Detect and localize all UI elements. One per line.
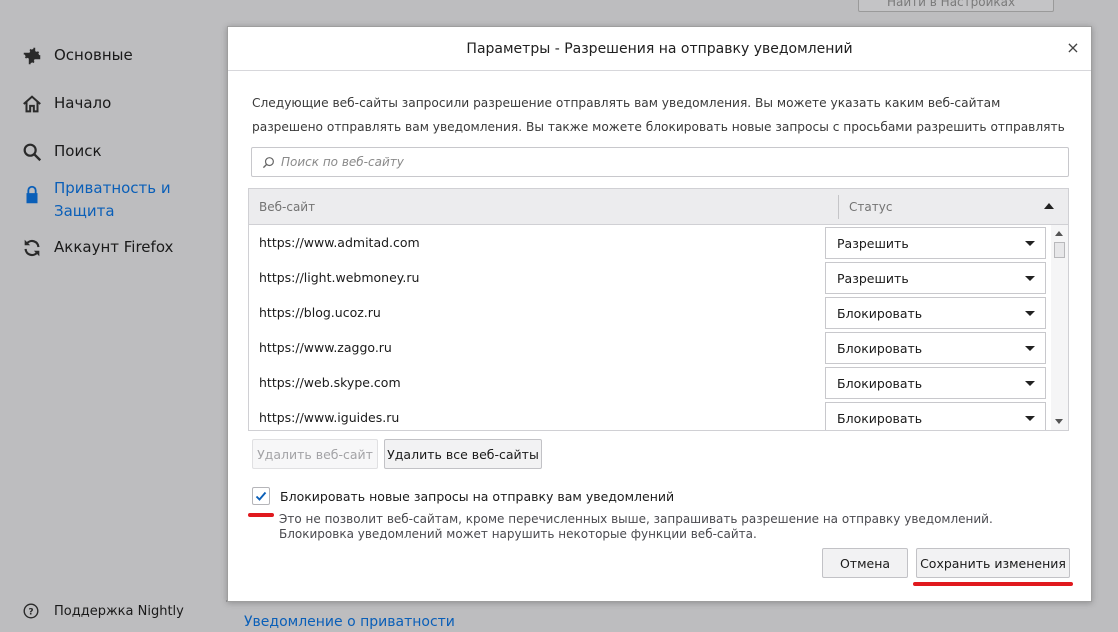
dropdown-arrow-icon <box>1025 346 1035 351</box>
status-dropdown[interactable]: Блокировать <box>825 332 1046 364</box>
search-icon <box>262 155 276 169</box>
highlight-underline <box>913 582 1073 586</box>
highlight-underline <box>248 513 274 517</box>
block-new-requests-checkbox[interactable] <box>252 487 270 505</box>
notification-permissions-dialog: Параметры - Разрешения на отправку уведо… <box>227 26 1092 602</box>
gear-icon <box>20 44 44 68</box>
website-search-input[interactable] <box>281 155 1041 169</box>
sidebar-item-home[interactable]: Начало <box>20 92 194 116</box>
website-url: https://blog.ucoz.ru <box>259 305 381 320</box>
sidebar-item-privacy[interactable]: Приватность и Защита <box>20 177 194 223</box>
status-dropdown[interactable]: Блокировать <box>825 297 1046 329</box>
dropdown-arrow-icon <box>1025 381 1035 386</box>
sidebar-item-label: Начало <box>54 94 112 112</box>
status-value: Блокировать <box>837 411 923 426</box>
status-value: Разрешить <box>837 271 909 286</box>
dialog-title: Параметры - Разрешения на отправку уведо… <box>466 40 853 57</box>
column-divider <box>838 195 839 219</box>
website-search-field[interactable] <box>251 147 1069 177</box>
block-new-requests-description: Это не позволит веб-сайтам, кроме перечи… <box>279 512 993 541</box>
status-dropdown[interactable]: Разрешить <box>825 262 1046 294</box>
website-url: https://light.webmoney.ru <box>259 270 420 285</box>
dialog-header: Параметры - Разрешения на отправку уведо… <box>228 27 1091 71</box>
column-header-status[interactable]: Статус <box>849 200 892 214</box>
save-changes-button[interactable]: Сохранить изменения <box>916 548 1070 578</box>
settings-search-input[interactable]: Найти в Настройках <box>858 0 1054 12</box>
sidebar-item-search[interactable]: Поиск <box>20 140 194 164</box>
status-dropdown[interactable]: Блокировать <box>825 367 1046 399</box>
table-row[interactable]: https://light.webmoney.ru Разрешить <box>249 260 1047 295</box>
sidebar-item-label: Поиск <box>54 142 102 160</box>
table-scrollbar[interactable] <box>1051 225 1068 430</box>
website-url: https://www.zaggo.ru <box>259 340 392 355</box>
sync-icon <box>20 236 44 260</box>
cancel-button[interactable]: Отмена <box>822 548 908 578</box>
scrollbar-thumb[interactable] <box>1054 242 1065 258</box>
status-value: Блокировать <box>837 376 923 391</box>
support-label: Поддержка Nightly <box>54 603 184 619</box>
status-value: Разрешить <box>837 236 909 251</box>
dropdown-arrow-icon <box>1025 241 1035 246</box>
table-row[interactable]: https://www.iguides.ru Блокировать <box>249 400 1047 430</box>
remove-website-button[interactable]: Удалить веб-сайт <box>252 439 378 469</box>
status-dropdown[interactable]: Разрешить <box>825 227 1046 259</box>
table-body: https://www.admitad.com Разрешить https:… <box>249 225 1068 430</box>
sidebar-item-label: Основные <box>54 46 133 64</box>
table-row[interactable]: https://www.admitad.com Разрешить <box>249 225 1047 260</box>
dropdown-arrow-icon <box>1025 276 1035 281</box>
dropdown-arrow-icon <box>1025 311 1035 316</box>
dropdown-arrow-icon <box>1025 416 1035 421</box>
permissions-table: Веб-сайт Статус https://www.admitad.com … <box>248 188 1069 431</box>
table-row[interactable]: https://web.skype.com Блокировать <box>249 365 1047 400</box>
close-icon[interactable]: × <box>1063 38 1083 58</box>
status-value: Блокировать <box>837 341 923 356</box>
privacy-notice-link[interactable]: Уведомление о приватности <box>244 614 455 630</box>
checkmark-icon <box>255 491 267 501</box>
home-icon <box>20 92 44 116</box>
sidebar-item-label: Аккаунт Firefox <box>54 238 174 256</box>
search-icon <box>20 140 44 164</box>
scroll-down-arrow-icon[interactable] <box>1055 419 1063 424</box>
website-url: https://web.skype.com <box>259 375 401 390</box>
help-icon: ? <box>22 602 40 620</box>
table-row[interactable]: https://www.zaggo.ru Блокировать <box>249 330 1047 365</box>
scroll-up-arrow-icon[interactable] <box>1055 231 1063 236</box>
sidebar-support-link[interactable]: ? Поддержка Nightly <box>22 602 184 620</box>
table-header: Веб-сайт Статус <box>249 189 1068 225</box>
website-url: https://www.iguides.ru <box>259 410 400 425</box>
sidebar-item-label: Приватность и Защита <box>54 179 171 220</box>
block-new-requests-label: Блокировать новые запросы на отправку ва… <box>280 488 675 504</box>
website-url: https://www.admitad.com <box>259 235 420 250</box>
sidebar-item-firefox-account[interactable]: Аккаунт Firefox <box>20 236 194 260</box>
status-value: Блокировать <box>837 306 923 321</box>
sort-ascending-icon[interactable] <box>1044 203 1054 209</box>
lock-icon <box>20 183 44 207</box>
status-dropdown[interactable]: Блокировать <box>825 402 1046 430</box>
block-new-requests-option[interactable]: Блокировать новые запросы на отправку ва… <box>252 487 674 505</box>
column-header-website[interactable]: Веб-сайт <box>259 200 315 214</box>
remove-all-websites-button[interactable]: Удалить все веб-сайты <box>384 439 542 469</box>
svg-text:?: ? <box>28 608 33 618</box>
settings-sidebar: Основные Начало Поиск Приватность и Защи… <box>0 0 226 632</box>
sidebar-item-general[interactable]: Основные <box>20 44 194 68</box>
table-row[interactable]: https://blog.ucoz.ru Блокировать <box>249 295 1047 330</box>
